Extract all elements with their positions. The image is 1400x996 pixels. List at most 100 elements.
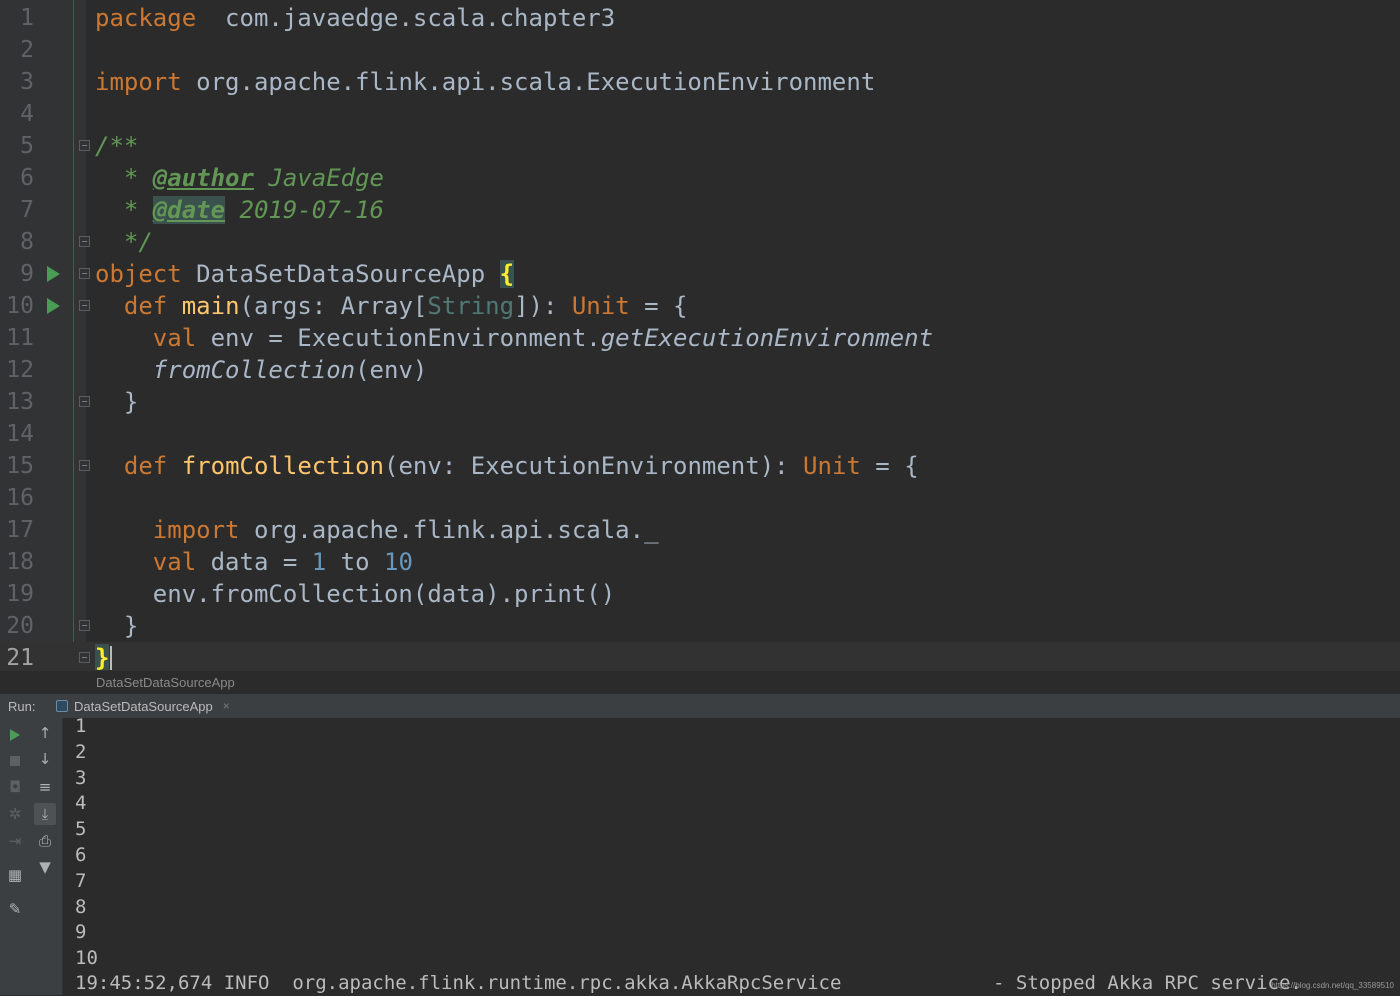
- scroll-down-button[interactable]: ↓: [34, 748, 56, 770]
- code-line[interactable]: 12 fromCollection(env): [0, 354, 1400, 386]
- camera-icon: ◘: [9, 778, 21, 796]
- stop-button[interactable]: [4, 750, 26, 772]
- rerun-button[interactable]: [4, 724, 26, 746]
- line-number: 8: [20, 229, 34, 255]
- code-line[interactable]: 20 }: [0, 610, 1400, 642]
- code-text: package com.javaedge.scala.chapter3: [95, 4, 616, 32]
- line-number: 12: [6, 357, 34, 383]
- fold-marker-icon[interactable]: [79, 236, 90, 247]
- clear-all-button[interactable]: ▼: [34, 856, 56, 878]
- code-line[interactable]: 15 def fromCollection(env: ExecutionEnvi…: [0, 450, 1400, 482]
- run-tab-title: DataSetDataSourceApp: [74, 698, 213, 714]
- code-line[interactable]: 17 import org.apache.flink.api.scala._: [0, 514, 1400, 546]
- line-number: 9: [20, 261, 34, 287]
- code-line[interactable]: 7 * @date 2019-07-16: [0, 194, 1400, 226]
- console-output-line: 3: [75, 766, 87, 789]
- console-output-line: 6: [75, 844, 87, 866]
- arrow-up-icon: ↑: [38, 724, 52, 742]
- code-text: def fromCollection(env: ExecutionEnviron…: [123, 452, 919, 480]
- text-caret: [110, 646, 113, 672]
- line-number: 14: [6, 421, 34, 447]
- console-output-line: 5: [75, 818, 87, 841]
- line-number: 16: [6, 485, 34, 511]
- breadcrumb-item[interactable]: DataSetDataSourceApp: [96, 675, 235, 690]
- code-line[interactable]: 2: [0, 34, 1400, 66]
- code-line[interactable]: 1 package com.javaedge.scala.chapter3: [0, 2, 1400, 34]
- code-line[interactable]: 9 object DataSetDataSourceApp {: [0, 258, 1400, 290]
- trash-icon: ▼: [39, 858, 51, 876]
- line-number: 5: [20, 133, 34, 159]
- console-output-line: 7: [75, 869, 87, 892]
- code-text: * @date 2019-07-16: [95, 196, 384, 224]
- code-text: /**: [95, 132, 139, 160]
- console-output-line: 4: [75, 792, 87, 815]
- close-tab-icon[interactable]: ×: [223, 699, 230, 713]
- fold-marker-icon[interactable]: [79, 460, 90, 471]
- fold-marker-icon[interactable]: [79, 300, 90, 311]
- line-number: 15: [6, 453, 34, 479]
- code-text: object DataSetDataSourceApp {: [95, 260, 515, 288]
- log-line: 19:45:52,674 INFO org.apache.flink.runti…: [75, 972, 842, 994]
- code-text: * @author JavaEdge: [95, 164, 384, 192]
- dump-threads-button[interactable]: ◘: [4, 776, 26, 798]
- code-line[interactable]: 14: [0, 418, 1400, 450]
- code-line[interactable]: 19 env.fromCollection(data).print(): [0, 578, 1400, 610]
- code-line[interactable]: 13 }: [0, 386, 1400, 418]
- code-line[interactable]: 3 import org.apache.flink.api.scala.Execu…: [0, 66, 1400, 98]
- printer-icon: ⎙: [38, 832, 51, 850]
- fold-marker-icon[interactable]: [79, 620, 90, 631]
- fold-marker-icon[interactable]: [79, 140, 90, 151]
- code-editor[interactable]: 1 package com.javaedge.scala.chapter3 2 3 im…: [0, 0, 1400, 674]
- line-number: 20: [6, 613, 34, 639]
- run-console[interactable]: 1 2 3 4 5 6 7 8 9 10 19:45:52,674 INFO org.apache…: [63, 715, 1400, 995]
- breadcrumb[interactable]: DataSetDataSourceApp: [0, 670, 1400, 695]
- fold-marker-icon[interactable]: [79, 396, 90, 407]
- code-line[interactable]: 18 val data = 1 to 10: [0, 546, 1400, 578]
- fold-marker-icon[interactable]: [79, 268, 90, 279]
- code-text: }: [95, 612, 139, 640]
- watermark: https://blog.csdn.net/qq_33589510: [1271, 981, 1394, 990]
- code-line[interactable]: 16: [0, 482, 1400, 514]
- console-output-line: 2: [75, 740, 87, 763]
- console-output-line: 1: [75, 715, 87, 737]
- run-toolbar: ↑ ↓ ◘ ≡ ✲ ⤓ ⇥ ⎙ ▼ ▦ ✎: [0, 718, 63, 995]
- code-text: def main(args: Array[String]): Unit = {: [123, 292, 688, 320]
- layout-icon: ▦: [7, 866, 23, 884]
- code-text: fromCollection(env): [152, 356, 428, 384]
- scroll-to-end-icon: ⤓: [41, 805, 49, 823]
- line-number: 11: [6, 325, 34, 351]
- pin-icon: ✎: [8, 900, 22, 918]
- code-line[interactable]: 10 def main(args: Array[String]): Unit =…: [0, 290, 1400, 322]
- scroll-up-button[interactable]: ↑: [34, 722, 56, 744]
- code-line[interactable]: 6 * @author JavaEdge: [0, 162, 1400, 194]
- code-text: import org.apache.flink.api.scala.Execut…: [95, 68, 876, 96]
- scroll-to-end-button[interactable]: ⤓: [34, 803, 56, 825]
- run-gutter-icon[interactable]: [47, 266, 60, 282]
- line-number: 21: [6, 645, 34, 671]
- console-output-line: 10: [75, 947, 98, 970]
- play-icon: [10, 729, 20, 741]
- code-line[interactable]: 8 */: [0, 226, 1400, 258]
- line-number: 4: [20, 101, 34, 127]
- line-number: 17: [6, 517, 34, 543]
- layout-button[interactable]: ▦: [4, 864, 26, 886]
- print-button[interactable]: ⎙: [34, 830, 56, 852]
- fold-marker-icon[interactable]: [79, 652, 90, 663]
- run-gutter-icon[interactable]: [47, 298, 60, 314]
- line-number: 6: [20, 165, 34, 191]
- debug-button[interactable]: ✲: [4, 803, 26, 825]
- pin-tab-button[interactable]: ✎: [4, 898, 26, 920]
- line-number: 2: [20, 37, 34, 63]
- restore-layout-button[interactable]: ⇥: [4, 830, 26, 852]
- run-label: Run:: [8, 699, 36, 714]
- code-text: import org.apache.flink.api.scala._: [152, 516, 659, 544]
- code-line[interactable]: 4: [0, 98, 1400, 130]
- bug-icon: ✲: [8, 805, 22, 823]
- code-text: }: [95, 388, 139, 416]
- soft-wrap-button[interactable]: ≡: [34, 776, 56, 798]
- code-line[interactable]: 5 /**: [0, 130, 1400, 162]
- code-line[interactable]: 11 val env = ExecutionEnvironment.getExe…: [0, 322, 1400, 354]
- run-tool-window-header: Run: DataSetDataSourceApp ×: [0, 694, 1400, 719]
- line-number: 18: [6, 549, 34, 575]
- console-output-line: 9: [75, 921, 87, 944]
